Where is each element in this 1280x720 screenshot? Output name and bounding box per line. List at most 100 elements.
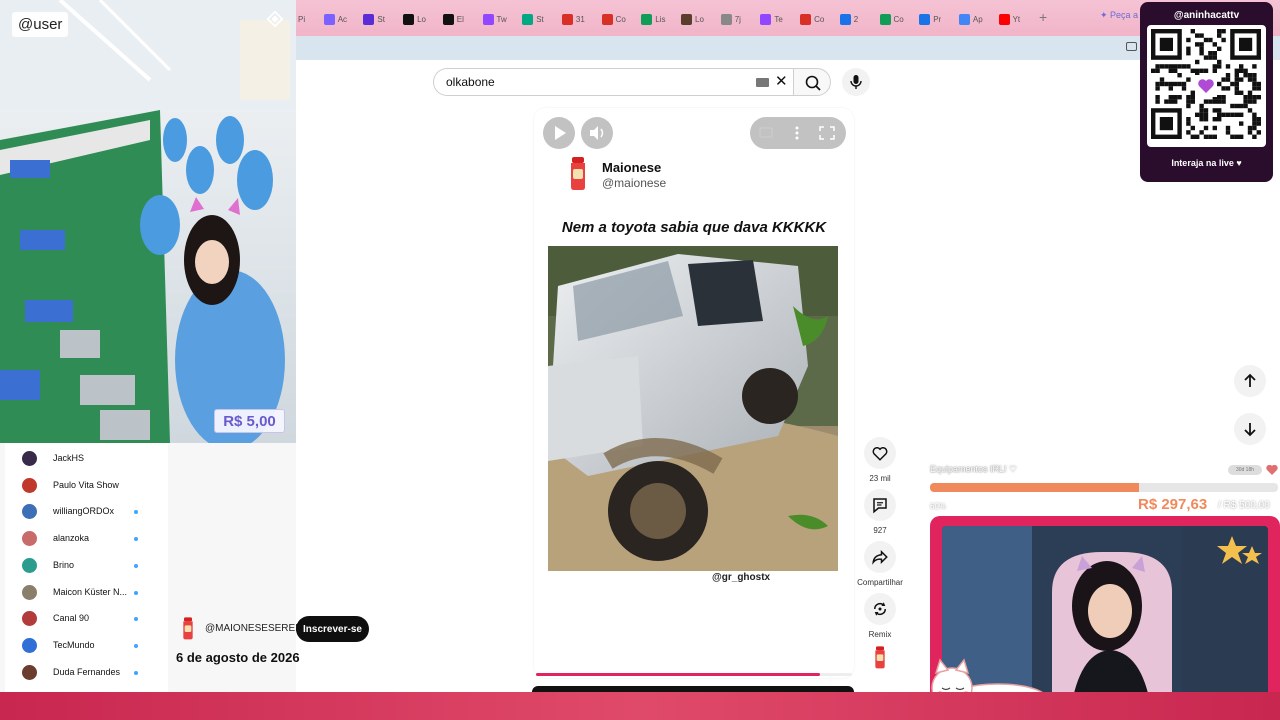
new-tab-button[interactable]: + bbox=[1039, 9, 1047, 25]
tab-label: 2 bbox=[853, 14, 859, 24]
sidebar-subscription-item[interactable]: Duda Fernandes bbox=[5, 662, 168, 682]
tab-label: Ac bbox=[337, 14, 348, 24]
volume-button[interactable] bbox=[581, 117, 613, 149]
browser-tab[interactable]: St bbox=[363, 11, 401, 27]
browser-tab[interactable]: Lis bbox=[641, 11, 679, 27]
goal-progress-bar bbox=[930, 483, 1278, 492]
tab-favicon-icon bbox=[919, 13, 931, 25]
tab-label: St bbox=[536, 14, 544, 24]
sidebar-subscription-item[interactable]: alanzoka bbox=[5, 528, 168, 548]
tab-favicon-icon bbox=[522, 13, 534, 25]
goal-amount: R$ 297,63 bbox=[1138, 496, 1208, 513]
gemini-button[interactable]: ✦ Peça a bbox=[1100, 10, 1138, 21]
browser-tab[interactable]: Yt bbox=[998, 11, 1037, 27]
price-tag: R$ 5,00 bbox=[214, 409, 285, 433]
sidebar-subscription-item[interactable]: Canal 90 bbox=[5, 608, 168, 628]
browser-tab[interactable]: Ac bbox=[323, 11, 362, 27]
goal-percent: 60% bbox=[930, 502, 947, 511]
tab-favicon-icon bbox=[601, 13, 613, 25]
keyboard-icon[interactable] bbox=[756, 78, 769, 87]
channel-name[interactable]: Maionese bbox=[602, 160, 661, 175]
arrow-down-icon bbox=[1244, 423, 1256, 437]
browser-tab[interactable]: Lo bbox=[403, 11, 441, 27]
tab-label: Lo bbox=[417, 14, 426, 24]
tab-label: Co bbox=[615, 14, 626, 24]
tab-label: Co bbox=[814, 14, 825, 24]
share-button[interactable] bbox=[864, 541, 896, 573]
tab-label: Yt bbox=[1012, 14, 1021, 24]
uploader-avatar[interactable] bbox=[180, 616, 196, 640]
new-content-dot bbox=[134, 643, 138, 648]
tab-label: El bbox=[456, 14, 464, 24]
like-button[interactable] bbox=[864, 437, 896, 469]
arrow-up-icon bbox=[1244, 373, 1256, 387]
sidebar-subscription-item[interactable]: Maicon Küster N... bbox=[5, 582, 168, 602]
post-date: 6 de agosto de 2026 bbox=[176, 650, 300, 665]
subscriptions-sidebar: JackHS Paulo Vita Show williangORDOx alanzo… bbox=[5, 443, 168, 692]
subscription-name: TecMundo bbox=[53, 639, 95, 650]
browser-tab[interactable]: El bbox=[442, 11, 481, 27]
streamer-handle: @aninhacattv bbox=[1173, 10, 1240, 21]
comment-icon bbox=[873, 498, 887, 514]
like-count: 23 mil bbox=[869, 474, 891, 483]
stream-bottom-bar bbox=[0, 692, 1280, 720]
video-progress-fill bbox=[536, 673, 821, 676]
subscription-name: Maicon Küster N... bbox=[53, 586, 128, 597]
tab-favicon-icon bbox=[720, 13, 732, 25]
cast-icon[interactable] bbox=[1126, 42, 1137, 51]
sidebar-subscription-item[interactable]: TecMundo bbox=[5, 635, 168, 655]
previous-short-button[interactable] bbox=[1234, 365, 1266, 397]
browser-tab[interactable]: Tw bbox=[482, 11, 521, 27]
more-options-icon[interactable] bbox=[795, 126, 799, 140]
play-icon bbox=[555, 126, 566, 140]
sidebar-subscription-item[interactable]: Brino bbox=[5, 555, 168, 575]
tab-label: Co bbox=[893, 14, 904, 24]
new-content-dot bbox=[134, 563, 138, 568]
play-button[interactable] bbox=[543, 117, 575, 149]
tab-label: Lo bbox=[695, 14, 704, 24]
uploader-handle[interactable]: @MAIONESESEREIO bbox=[205, 623, 306, 634]
close-icon[interactable]: ✕ bbox=[775, 72, 788, 90]
tab-favicon-icon bbox=[561, 13, 573, 25]
sidebar-subscription-item[interactable]: Paulo Vita Show bbox=[5, 475, 168, 495]
browser-tab[interactable]: Co bbox=[800, 11, 838, 27]
browser-tab[interactable]: 7j bbox=[720, 11, 759, 27]
tab-label: 31 bbox=[575, 14, 585, 24]
fullscreen-icon[interactable] bbox=[819, 126, 835, 140]
goal-progress-fill bbox=[930, 483, 1139, 492]
pickup-truck-image bbox=[548, 246, 838, 571]
video-progress-bar[interactable] bbox=[536, 673, 852, 676]
browser-tab[interactable]: Lo bbox=[681, 11, 719, 27]
browser-tab[interactable]: Te bbox=[760, 11, 798, 27]
search-input[interactable]: olkabone ✕ bbox=[433, 68, 793, 96]
browser-tab[interactable]: St bbox=[522, 11, 560, 27]
sidebar-subscription-item[interactable]: JackHS bbox=[5, 448, 168, 468]
browser-tab[interactable]: 2 bbox=[839, 11, 878, 27]
tab-label: Tw bbox=[496, 14, 507, 24]
search-button[interactable] bbox=[793, 68, 831, 96]
browser-tab[interactable]: Co bbox=[601, 11, 640, 27]
avatar bbox=[22, 664, 37, 680]
subscribe-button[interactable]: Inscrever-se bbox=[296, 616, 369, 642]
captions-icon[interactable] bbox=[759, 127, 773, 138]
comment-button[interactable] bbox=[864, 489, 896, 521]
remix-button[interactable] bbox=[864, 593, 896, 625]
video-frame[interactable] bbox=[548, 246, 838, 571]
browser-tab[interactable]: Co bbox=[879, 11, 918, 27]
voice-search-button[interactable] bbox=[842, 68, 870, 96]
sound-channel-avatar[interactable] bbox=[872, 645, 888, 669]
channel-avatar[interactable] bbox=[566, 155, 590, 191]
tab-favicon-icon bbox=[482, 13, 494, 25]
short-caption: Nem a toyota sabia que dava KKKKK bbox=[561, 219, 827, 236]
browser-tab[interactable]: Ap bbox=[958, 11, 997, 27]
next-short-button[interactable] bbox=[1234, 413, 1266, 445]
sidebar-subscription-item[interactable]: williangORDOx bbox=[5, 501, 168, 521]
subscription-name: Brino bbox=[53, 559, 75, 570]
new-content-dot bbox=[134, 590, 138, 595]
tab-favicon-icon bbox=[363, 13, 375, 25]
tab-favicon-icon bbox=[681, 13, 692, 25]
goal-time-badge: 30d 18h bbox=[1228, 465, 1262, 475]
browser-tab[interactable]: 31 bbox=[561, 11, 600, 27]
channel-handle[interactable]: @maionese bbox=[602, 176, 666, 190]
browser-tab[interactable]: Pr bbox=[919, 11, 957, 27]
